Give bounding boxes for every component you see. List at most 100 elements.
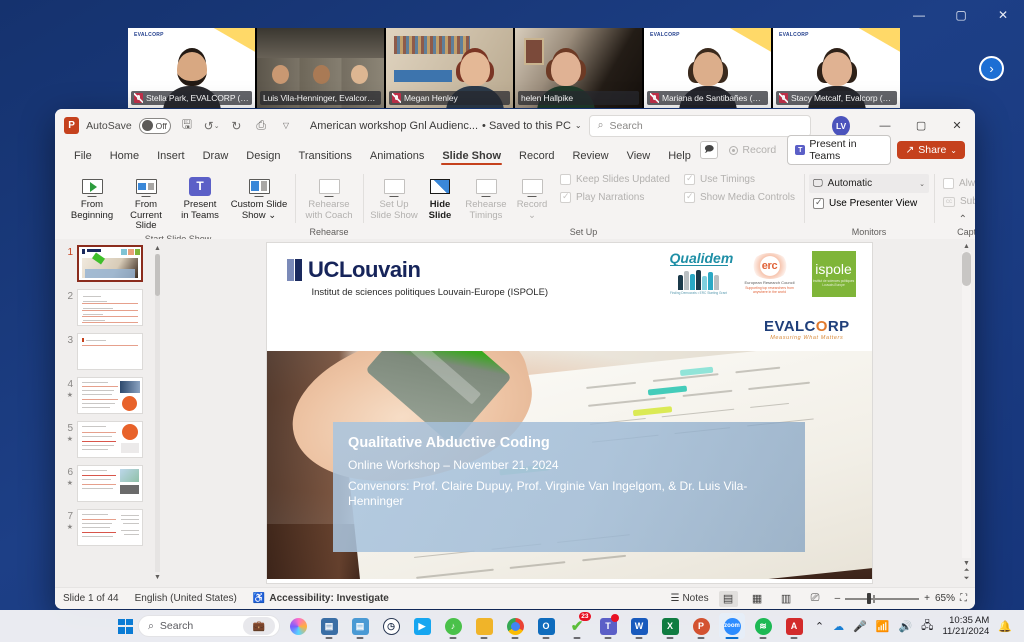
taskbar-app-notepad[interactable]: ▤: [347, 613, 373, 639]
slide-pane-scrollbar[interactable]: ▲ ▼ ⏶ ⏷: [961, 243, 972, 583]
taskbar-app-acrobat[interactable]: A: [781, 613, 807, 639]
vpn-icon[interactable]: 🖧: [921, 617, 933, 636]
slide-show-button[interactable]: ⎚: [806, 591, 825, 607]
present-in-teams-ribbon-button[interactable]: T Present in Teams: [174, 172, 226, 223]
record-button[interactable]: Record: [724, 142, 781, 158]
taskbar-app-music[interactable]: ♪: [440, 613, 466, 639]
hide-slide-button[interactable]: Hide Slide: [422, 172, 458, 223]
video-tile[interactable]: helen Hallpike: [515, 28, 642, 108]
thumbnail-slide-2[interactable]: 2: [55, 289, 163, 333]
teams-close-button[interactable]: ✕: [982, 0, 1024, 30]
tab-draw[interactable]: Draw: [194, 147, 238, 167]
clock-area[interactable]: 10:35 AM 11/21/2024: [942, 615, 989, 637]
next-slide-icon[interactable]: ⏷: [964, 575, 970, 583]
language-label[interactable]: English (United States): [135, 593, 237, 604]
scrollbar-thumb[interactable]: [962, 252, 971, 286]
search-input[interactable]: Search: [609, 120, 642, 132]
taskbar-app-powertoys[interactable]: ▶: [409, 613, 435, 639]
present-in-teams-button[interactable]: T Present in Teams: [787, 135, 892, 165]
use-presenter-view-checkbox[interactable]: Use Presenter View: [809, 196, 929, 211]
start-button[interactable]: [118, 618, 133, 634]
volume-icon[interactable]: 🔊: [898, 620, 912, 633]
video-tile[interactable]: EVALCORP Stacy Metcalf, Evalcorp (she/..…: [773, 28, 900, 108]
tab-home[interactable]: Home: [101, 147, 148, 167]
scroll-down-icon[interactable]: ▼: [963, 560, 970, 567]
scrollbar-track[interactable]: [155, 254, 160, 572]
zoom-control[interactable]: – + 65% ⛶: [835, 593, 967, 605]
scroll-down-icon[interactable]: ▼: [154, 574, 161, 581]
customize-quick-access-icon[interactable]: ▽: [277, 116, 295, 136]
slide-sorter-button[interactable]: ▦: [748, 591, 767, 607]
teams-maximize-button[interactable]: ▢: [940, 0, 982, 30]
collapse-ribbon-button[interactable]: ⌃: [959, 214, 967, 225]
taskbar-app-calculator[interactable]: ▤: [316, 613, 342, 639]
tab-review[interactable]: Review: [563, 147, 617, 167]
document-title-area[interactable]: American workshop Gnl Audienc... • Saved…: [310, 120, 582, 132]
video-tile[interactable]: EVALCORP Stella Park, EVALCORP (she/...: [128, 28, 255, 108]
video-tile[interactable]: Megan Henley: [386, 28, 513, 108]
redo-icon[interactable]: ↻: [228, 116, 246, 136]
scrollbar-track[interactable]: [962, 252, 971, 558]
current-slide[interactable]: UCLouvain Institut de sciences politique…: [266, 243, 872, 583]
taskbar-app-word[interactable]: W: [626, 613, 652, 639]
taskbar-app-antivirus[interactable]: ✔ 23: [564, 612, 591, 639]
taskbar-app-copilot[interactable]: [285, 613, 311, 639]
chevron-down-icon[interactable]: ⌄: [919, 180, 925, 188]
slide-editing-pane[interactable]: UCLouvain Institut de sciences politique…: [163, 239, 975, 587]
save-icon[interactable]: 🖫: [178, 116, 196, 136]
zoom-slider[interactable]: [845, 593, 920, 605]
tray-expand-icon[interactable]: ⌃: [815, 620, 824, 633]
bell-icon[interactable]: 🔔: [998, 620, 1012, 633]
taskbar-app-spotify[interactable]: ≋: [750, 613, 776, 639]
slide-text-overlay[interactable]: Qualitative Abductive Coding Online Work…: [333, 421, 805, 552]
search-box[interactable]: ⌕ Search: [588, 114, 812, 137]
scroll-up-icon[interactable]: ▲: [154, 245, 161, 252]
thumbnail-slide-1[interactable]: 1: [55, 245, 163, 289]
briefcase-icon[interactable]: 💼: [243, 617, 275, 635]
from-beginning-button[interactable]: From Beginning: [66, 172, 118, 223]
slide-thumbnail-pane[interactable]: 1 2 3 4 ★ 5 ★ 6 ★ 7 ★ ▲ ▼: [55, 239, 163, 587]
teams-minimize-button[interactable]: —: [898, 0, 940, 30]
from-current-slide-button[interactable]: From Current Slide: [120, 172, 172, 234]
thumbnail-slide-5[interactable]: 5 ★: [55, 421, 163, 465]
next-participants-button[interactable]: ›: [979, 56, 1004, 81]
tab-view[interactable]: View: [618, 147, 660, 167]
account-avatar[interactable]: LV: [832, 115, 851, 136]
taskbar-app-powerpoint[interactable]: P: [688, 613, 714, 639]
custom-slide-show-button[interactable]: Custom Slide Show ⌄: [228, 172, 290, 223]
tab-help[interactable]: Help: [659, 147, 700, 167]
taskbar-app-clock[interactable]: ◷: [378, 613, 404, 639]
monitor-select[interactable]: 🖵 Automatic ⌄: [809, 174, 930, 193]
tab-record[interactable]: Record: [510, 147, 563, 167]
slider-handle[interactable]: [867, 593, 872, 604]
comments-button[interactable]: 🗩: [699, 141, 719, 159]
zoom-level-label[interactable]: 65%: [935, 593, 955, 604]
search-input[interactable]: Search: [160, 620, 193, 632]
thumbnail-slide-4[interactable]: 4 ★: [55, 377, 163, 421]
previous-slide-icon[interactable]: ⏶: [964, 567, 970, 575]
tab-animations[interactable]: Animations: [361, 147, 433, 167]
taskbar-app-excel[interactable]: X: [657, 613, 683, 639]
taskbar-app-zoom[interactable]: zoom: [719, 613, 745, 639]
thumbnail-slide-6[interactable]: 6 ★: [55, 465, 163, 509]
taskbar-search-box[interactable]: ⌕ Search 💼: [138, 615, 280, 637]
undo-icon[interactable]: ↺ ⌄: [203, 116, 221, 136]
scroll-up-icon[interactable]: ▲: [963, 243, 970, 250]
chevron-down-icon[interactable]: ⌄: [575, 121, 582, 130]
taskbar-app-file-explorer[interactable]: [471, 613, 497, 639]
mic-icon[interactable]: 🎤: [853, 620, 867, 633]
onedrive-icon[interactable]: ☁: [833, 620, 844, 633]
zoom-out-button[interactable]: –: [835, 593, 841, 604]
tab-insert[interactable]: Insert: [148, 147, 194, 167]
start-presentation-icon[interactable]: ⎙: [252, 116, 270, 136]
scrollbar-thumb[interactable]: [155, 254, 160, 296]
tab-transitions[interactable]: Transitions: [290, 147, 361, 167]
slide-count-label[interactable]: Slide 1 of 44: [63, 593, 119, 604]
taskbar-app-outlook[interactable]: O: [533, 613, 559, 639]
zoom-in-button[interactable]: +: [924, 593, 930, 604]
tab-slide-show[interactable]: Slide Show: [433, 147, 510, 167]
tab-file[interactable]: File: [65, 147, 101, 167]
wifi-icon[interactable]: 📶: [876, 620, 890, 633]
taskbar-app-chrome[interactable]: [502, 613, 528, 639]
video-tile[interactable]: EVALCORP Mariana de Santibañes (She/...: [644, 28, 771, 108]
